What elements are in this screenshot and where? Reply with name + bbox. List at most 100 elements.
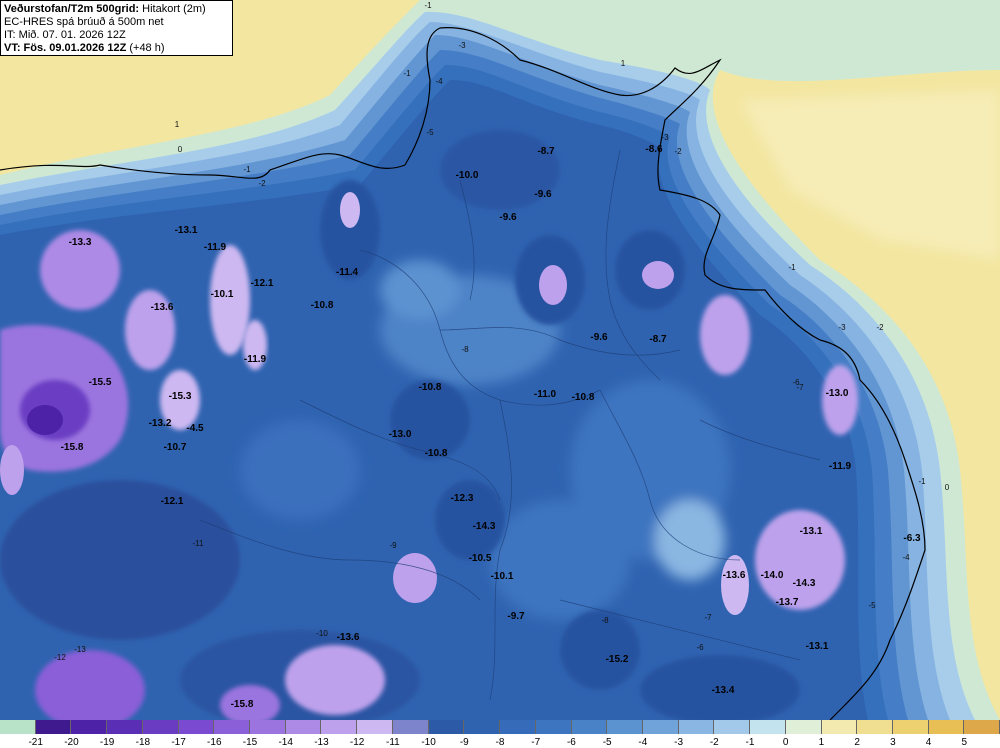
- temperature-value: -12.3: [451, 493, 474, 504]
- temperature-value: -4.5: [186, 423, 204, 434]
- legend-tick: -20: [64, 737, 79, 748]
- isoline-label: -8: [461, 345, 469, 354]
- legend-swatch: [750, 720, 786, 734]
- legend-tick: 0: [782, 737, 789, 748]
- legend-swatch: [964, 720, 1000, 734]
- temperature-value: -8.7: [649, 334, 667, 345]
- temperature-value: -13.1: [175, 225, 198, 236]
- temperature-value: -11.9: [244, 354, 267, 365]
- temperature-value: -14.0: [761, 570, 784, 581]
- isoline-label: -12: [54, 653, 66, 662]
- isoline-label: -1: [403, 69, 411, 78]
- legend-swatch: [250, 720, 286, 734]
- legend-swatch: [607, 720, 643, 734]
- isoline-label: 1: [175, 120, 180, 129]
- legend-swatch: [214, 720, 251, 734]
- temperature-value: -10.1: [211, 289, 234, 300]
- temperature-value: -13.4: [712, 685, 735, 696]
- temperature-value: -9.6: [534, 189, 552, 200]
- legend-tick: -4: [638, 737, 648, 748]
- temperature-value: -10.8: [311, 300, 334, 311]
- isoline-label: -5: [868, 601, 876, 610]
- temperature-value: -10.1: [491, 571, 514, 582]
- legend-swatch: [428, 720, 465, 734]
- legend-tick: -15: [242, 737, 258, 748]
- temperature-value: -10.5: [469, 553, 492, 564]
- legend-swatch: [535, 720, 572, 734]
- temperature-value: -11.4: [336, 267, 359, 278]
- isoline-label: -3: [458, 41, 466, 50]
- temperature-value: -13.0: [389, 429, 412, 440]
- isoline-label: -9: [389, 541, 397, 550]
- legend-tick: 1: [818, 737, 825, 748]
- temperature-value: -13.1: [800, 526, 823, 537]
- valid-time-bold: VT: Fös. 09.01.2026 12Z: [4, 42, 127, 54]
- temperature-value: -8.7: [537, 146, 555, 157]
- legend-tick: -21: [28, 737, 43, 748]
- isoline-label: -6: [696, 643, 704, 652]
- legend-tick: -18: [135, 737, 151, 748]
- legend-tick: -13: [314, 737, 329, 748]
- temperature-value: -14.3: [793, 578, 816, 589]
- isoline-label: -7: [704, 613, 712, 622]
- legend-tick: -6: [566, 737, 576, 748]
- valid-time: VT: Fös. 09.01.2026 12Z (+48 h): [4, 42, 229, 55]
- isoline-label: 0: [178, 145, 183, 154]
- temperature-value: -15.3: [169, 391, 192, 402]
- temperature-value: -10.0: [456, 170, 479, 181]
- isoline-label: 0: [945, 483, 950, 492]
- legend-swatch: [714, 720, 751, 734]
- legend-tick: 3: [890, 737, 896, 748]
- isoline-label: -4: [435, 77, 443, 86]
- temperature-value: -15.8: [231, 699, 254, 710]
- temperature-value: -10.8: [425, 448, 448, 459]
- map-labels-layer: -1-110-1-21-3-4-5-1-2-3-10-2-3-8-9-10-11…: [54, 1, 950, 710]
- legend-tick: -19: [99, 737, 115, 748]
- init-time: IT: Mið. 07. 01. 2026 12Z: [4, 29, 126, 41]
- temperature-value: -13.0: [826, 388, 849, 399]
- isoline-label: -10: [316, 629, 328, 638]
- valid-time-rest: (+48 h): [126, 42, 165, 54]
- legend-swatch: [285, 720, 322, 734]
- legend-swatch: [357, 720, 393, 734]
- legend-swatch: [0, 720, 36, 734]
- isoline-label: -4: [902, 553, 910, 562]
- legend-ticks: -21 -20 -19 -18 -17 -16 -15 -14 -13 -12 -11 -10 -9 -8…: [0, 735, 1000, 748]
- isoline-label: -2: [876, 323, 884, 332]
- legend-swatch: [142, 720, 179, 734]
- temperature-labels: -13.3 -13.1 -11.9 -12.1 -10.1 -13.6 -15.5 -15.3…: [61, 144, 921, 710]
- legend-swatch: [107, 720, 143, 734]
- temperature-value: -10.8: [572, 392, 595, 403]
- legend-swatch: [678, 720, 715, 734]
- legend-swatch: [392, 720, 429, 734]
- isoline-label: -3: [838, 323, 846, 332]
- temperature-value: -10.7: [164, 442, 187, 453]
- legend-tick: -11: [385, 737, 400, 748]
- legend-tick: 2: [854, 737, 860, 748]
- legend-swatch: [821, 720, 858, 734]
- temperature-value: -11.0: [534, 389, 557, 400]
- temperature-value: -9.7: [507, 611, 525, 622]
- legend-tick: -3: [674, 737, 684, 748]
- legend-swatch: [785, 720, 822, 734]
- legend-tick: -7: [531, 737, 541, 748]
- legend-swatch: [857, 720, 893, 734]
- isoline-label: -1: [243, 165, 251, 174]
- legend-swatch: [321, 720, 358, 734]
- legend-tick: -17: [171, 737, 186, 748]
- legend-swatch: [35, 720, 72, 734]
- isoline-label: -2: [258, 179, 266, 188]
- isoline-label: -11: [193, 539, 205, 548]
- temperature-value: -14.3: [473, 521, 496, 532]
- isoline-label: -1: [788, 263, 796, 272]
- isoline-label: -8: [601, 616, 609, 625]
- temperature-value: -9.6: [499, 212, 517, 223]
- legend-tick: -1: [745, 737, 755, 748]
- legend-colorbar: [0, 720, 1000, 734]
- isoline-label: -5: [426, 128, 434, 137]
- legend-tick: -2: [709, 737, 719, 748]
- temperature-value: -12.1: [161, 496, 184, 507]
- temperature-value: -15.8: [61, 442, 84, 453]
- map-title-rest: Hitakort (2m): [139, 3, 206, 15]
- isoline-labels: -1-110-1-21-3-4-5-1-2-3-10-2-3-8-9-10-11…: [54, 1, 950, 662]
